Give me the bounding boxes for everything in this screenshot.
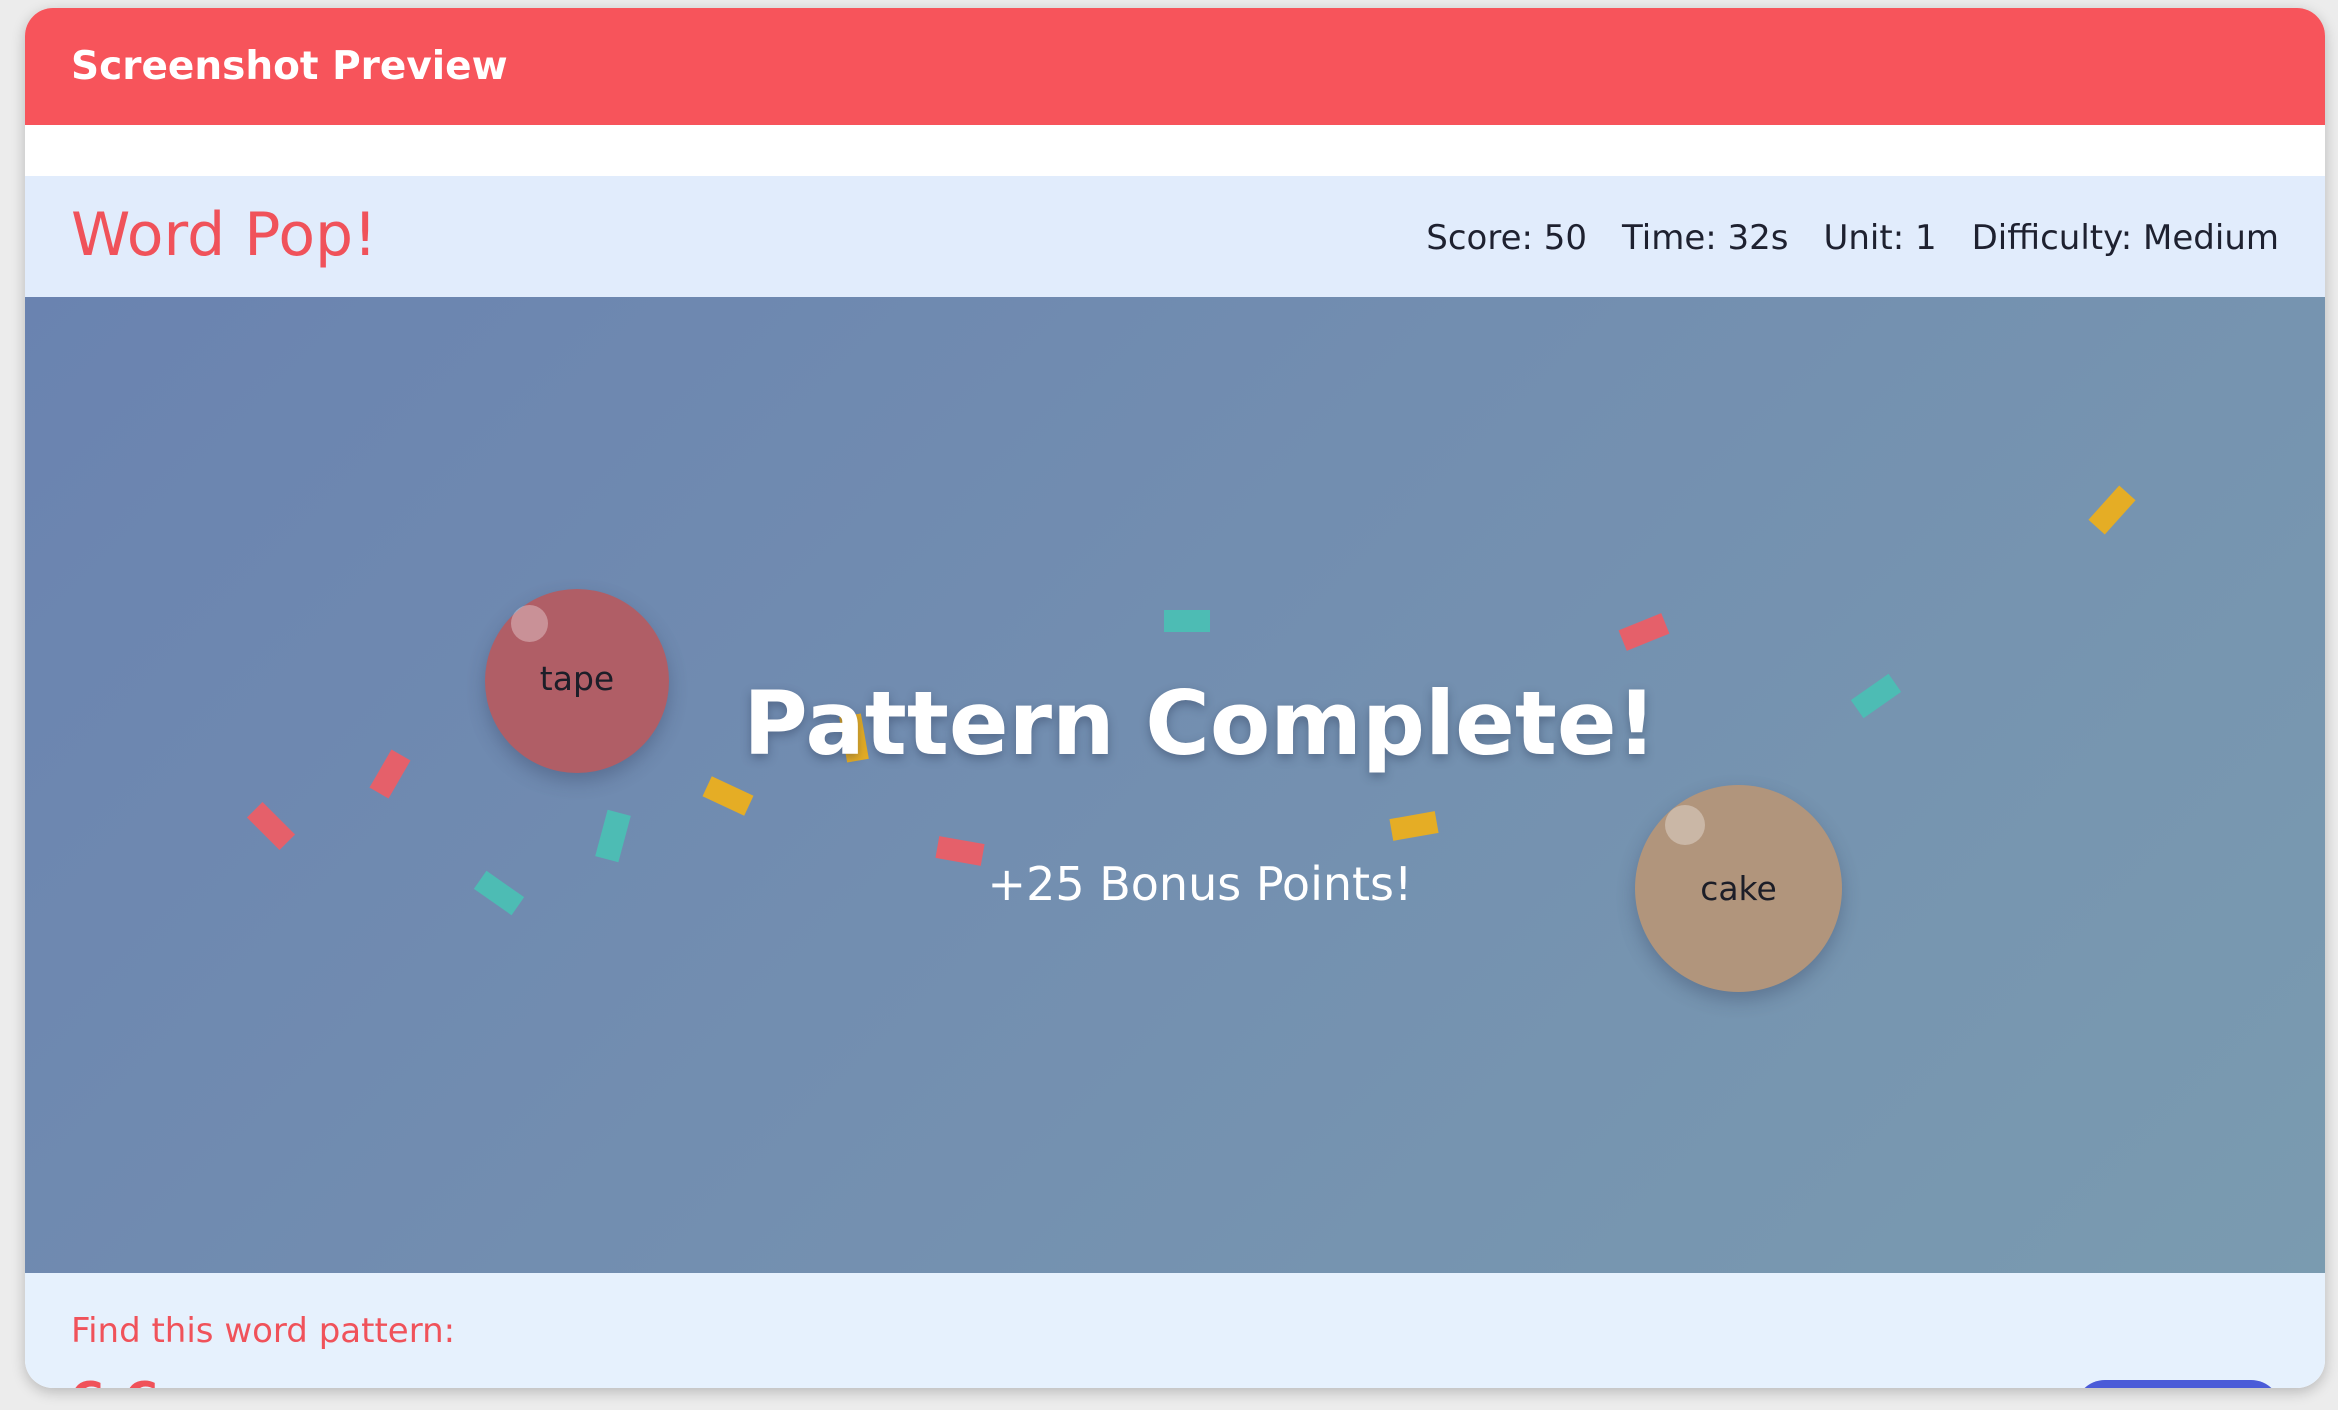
game-title: Word Pop! [71, 200, 378, 270]
title-bar: Screenshot Preview [25, 8, 2325, 125]
confetti-piece [1389, 811, 1439, 841]
confetti-piece [246, 801, 296, 851]
bubble-shine [511, 605, 548, 642]
game-header: Word Pop! Score: 50 Time: 32s Unit: 1 Di… [25, 176, 2325, 297]
pattern-panel: Find this word pattern: C_C [25, 1273, 2325, 1388]
time-stat: Time: 32s [1622, 218, 1789, 258]
confetti-piece [595, 809, 631, 863]
window-title: Screenshot Preview [71, 44, 508, 89]
confetti-piece [1850, 673, 1902, 719]
app-window: Screenshot Preview Word Pop! Score: 50 T… [25, 8, 2325, 1388]
confetti-piece [2088, 485, 2136, 535]
confetti-piece [473, 870, 525, 916]
difficulty-stat: Difficulty: Medium [1971, 218, 2279, 258]
spacer [25, 125, 2325, 176]
bonus-points-message: +25 Bonus Points! [987, 857, 1413, 911]
pattern-prompt-label: Find this word pattern: [71, 1311, 456, 1351]
confetti-piece [1164, 610, 1210, 632]
play-area: tape cake Pattern Complete! +25 Bonus Po… [25, 297, 2325, 1273]
target-pattern: C_C [71, 1373, 158, 1388]
pattern-complete-message: Pattern Complete! [743, 672, 1657, 775]
confetti-piece [1618, 613, 1670, 651]
action-button[interactable] [2075, 1380, 2281, 1388]
stats-bar: Score: 50 Time: 32s Unit: 1 Difficulty: … [1426, 218, 2279, 258]
bubble-shine [1665, 805, 1705, 845]
score-stat: Score: 50 [1426, 218, 1588, 258]
confetti-piece [369, 749, 411, 799]
confetti-piece [702, 776, 754, 816]
unit-stat: Unit: 1 [1823, 218, 1937, 258]
